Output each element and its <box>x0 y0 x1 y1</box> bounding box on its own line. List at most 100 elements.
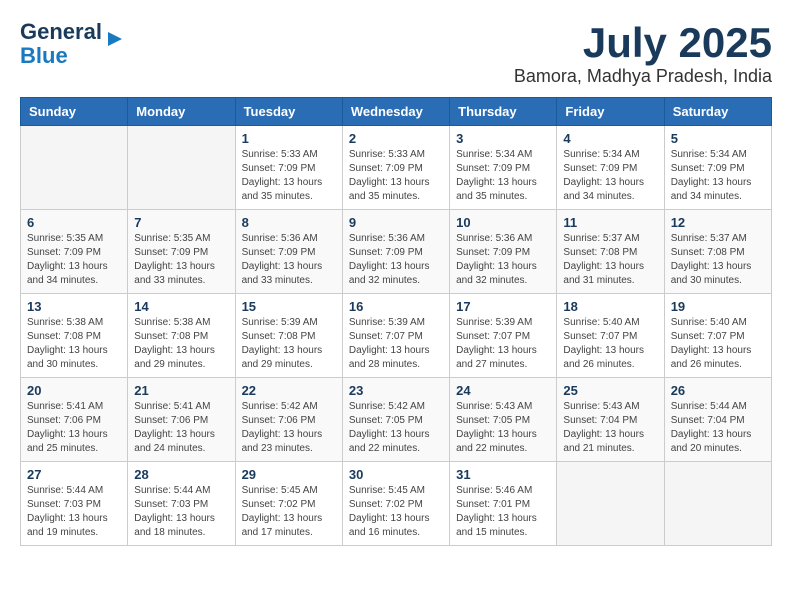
day-number: 23 <box>349 383 443 398</box>
day-number: 21 <box>134 383 228 398</box>
day-number: 22 <box>242 383 336 398</box>
day-info: Sunrise: 5:42 AM Sunset: 7:06 PM Dayligh… <box>242 400 336 456</box>
calendar-cell: 8 Sunrise: 5:36 AM Sunset: 7:09 PM Daylig… <box>235 210 342 294</box>
calendar-cell: 11Sunrise: 5:37 AM Sunset: 7:08 PM Dayli… <box>557 210 664 294</box>
weekday-header-saturday: Saturday <box>664 98 771 126</box>
calendar-cell: 17 Sunrise: 5:39 AM Sunset: 7:07 PM Dayli… <box>450 294 557 378</box>
day-info: Sunrise: 5:33 AM Sunset: 7:09 PM Dayligh… <box>242 148 336 204</box>
day-number: 29 <box>242 467 336 482</box>
calendar-week-3: 13 Sunrise: 5:38 AM Sunset: 7:08 PM Dayli… <box>21 294 772 378</box>
day-number: 4 <box>563 131 657 146</box>
day-number: 13 <box>27 299 121 314</box>
day-info: Sunrise: 5:43 AM Sunset: 7:05 PM Dayligh… <box>456 400 550 456</box>
day-info: Sunrise: 5:40 AM Sunset: 7:07 PM Dayligh… <box>563 316 657 372</box>
calendar-cell: 14 Sunrise: 5:38 AM Sunset: 7:08 PM Dayli… <box>128 294 235 378</box>
calendar-cell: 13 Sunrise: 5:38 AM Sunset: 7:08 PM Dayli… <box>21 294 128 378</box>
calendar-week-5: 27 Sunrise: 5:44 AM Sunset: 7:03 PM Dayli… <box>21 462 772 546</box>
day-info: Sunrise: 5:41 AM Sunset: 7:06 PM Dayligh… <box>134 400 228 456</box>
day-number: 14 <box>134 299 228 314</box>
month-year-title: July 2025 <box>514 20 772 66</box>
day-info: Sunrise: 5:41 AM Sunset: 7:06 PM Dayligh… <box>27 400 121 456</box>
day-number: 15 <box>242 299 336 314</box>
day-number: 12 <box>671 215 765 230</box>
calendar-cell: 2 Sunrise: 5:33 AM Sunset: 7:09 PM Daylig… <box>342 126 449 210</box>
day-number: 31 <box>456 467 550 482</box>
calendar-cell: 10 Sunrise: 5:36 AM Sunset: 7:09 PM Dayli… <box>450 210 557 294</box>
calendar-body: 1 Sunrise: 5:33 AM Sunset: 7:09 PM Daylig… <box>21 126 772 546</box>
calendar-cell: 9Sunrise: 5:36 AM Sunset: 7:09 PM Daylig… <box>342 210 449 294</box>
calendar-week-4: 20Sunrise: 5:41 AM Sunset: 7:06 PM Dayli… <box>21 378 772 462</box>
calendar-cell: 3 Sunrise: 5:34 AM Sunset: 7:09 PM Daylig… <box>450 126 557 210</box>
logo-text: GeneralBlue <box>20 20 102 68</box>
calendar-cell: 7 Sunrise: 5:35 AM Sunset: 7:09 PM Daylig… <box>128 210 235 294</box>
calendar-cell: 21 Sunrise: 5:41 AM Sunset: 7:06 PM Dayli… <box>128 378 235 462</box>
day-info: Sunrise: 5:34 AM Sunset: 7:09 PM Dayligh… <box>563 148 657 204</box>
day-info: Sunrise: 5:39 AM Sunset: 7:07 PM Dayligh… <box>456 316 550 372</box>
day-info: Sunrise: 5:39 AM Sunset: 7:08 PM Dayligh… <box>242 316 336 372</box>
day-number: 3 <box>456 131 550 146</box>
calendar-cell: 1 Sunrise: 5:33 AM Sunset: 7:09 PM Daylig… <box>235 126 342 210</box>
calendar-cell <box>21 126 128 210</box>
logo: GeneralBlue <box>20 20 126 68</box>
calendar-cell: 16Sunrise: 5:39 AM Sunset: 7:07 PM Dayli… <box>342 294 449 378</box>
day-number: 27 <box>27 467 121 482</box>
day-info: Sunrise: 5:35 AM Sunset: 7:09 PM Dayligh… <box>134 232 228 288</box>
calendar-cell: 23 Sunrise: 5:42 AM Sunset: 7:05 PM Dayli… <box>342 378 449 462</box>
day-info: Sunrise: 5:45 AM Sunset: 7:02 PM Dayligh… <box>242 484 336 540</box>
calendar-cell: 20Sunrise: 5:41 AM Sunset: 7:06 PM Dayli… <box>21 378 128 462</box>
day-info: Sunrise: 5:40 AM Sunset: 7:07 PM Dayligh… <box>671 316 765 372</box>
day-number: 2 <box>349 131 443 146</box>
calendar-cell <box>557 462 664 546</box>
calendar-cell: 6 Sunrise: 5:35 AM Sunset: 7:09 PM Daylig… <box>21 210 128 294</box>
day-info: Sunrise: 5:44 AM Sunset: 7:03 PM Dayligh… <box>134 484 228 540</box>
day-info: Sunrise: 5:44 AM Sunset: 7:03 PM Dayligh… <box>27 484 121 540</box>
calendar-cell <box>664 462 771 546</box>
day-number: 28 <box>134 467 228 482</box>
calendar-table: SundayMondayTuesdayWednesdayThursdayFrid… <box>20 97 772 546</box>
calendar-header-row: SundayMondayTuesdayWednesdayThursdayFrid… <box>21 98 772 126</box>
calendar-week-1: 1 Sunrise: 5:33 AM Sunset: 7:09 PM Daylig… <box>21 126 772 210</box>
weekday-header-monday: Monday <box>128 98 235 126</box>
day-number: 7 <box>134 215 228 230</box>
calendar-cell: 27 Sunrise: 5:44 AM Sunset: 7:03 PM Dayli… <box>21 462 128 546</box>
day-info: Sunrise: 5:42 AM Sunset: 7:05 PM Dayligh… <box>349 400 443 456</box>
day-info: Sunrise: 5:38 AM Sunset: 7:08 PM Dayligh… <box>27 316 121 372</box>
calendar-week-2: 6 Sunrise: 5:35 AM Sunset: 7:09 PM Daylig… <box>21 210 772 294</box>
day-number: 5 <box>671 131 765 146</box>
day-number: 8 <box>242 215 336 230</box>
logo-icon <box>104 28 126 50</box>
day-number: 1 <box>242 131 336 146</box>
day-number: 9 <box>349 215 443 230</box>
day-number: 17 <box>456 299 550 314</box>
calendar-cell: 25Sunrise: 5:43 AM Sunset: 7:04 PM Dayli… <box>557 378 664 462</box>
day-info: Sunrise: 5:44 AM Sunset: 7:04 PM Dayligh… <box>671 400 765 456</box>
day-number: 19 <box>671 299 765 314</box>
calendar-cell: 29 Sunrise: 5:45 AM Sunset: 7:02 PM Dayli… <box>235 462 342 546</box>
day-info: Sunrise: 5:34 AM Sunset: 7:09 PM Dayligh… <box>456 148 550 204</box>
day-info: Sunrise: 5:36 AM Sunset: 7:09 PM Dayligh… <box>456 232 550 288</box>
day-number: 26 <box>671 383 765 398</box>
day-info: Sunrise: 5:46 AM Sunset: 7:01 PM Dayligh… <box>456 484 550 540</box>
day-info: Sunrise: 5:43 AM Sunset: 7:04 PM Dayligh… <box>563 400 657 456</box>
day-info: Sunrise: 5:33 AM Sunset: 7:09 PM Dayligh… <box>349 148 443 204</box>
calendar-cell: 4 Sunrise: 5:34 AM Sunset: 7:09 PM Daylig… <box>557 126 664 210</box>
day-info: Sunrise: 5:35 AM Sunset: 7:09 PM Dayligh… <box>27 232 121 288</box>
day-info: Sunrise: 5:38 AM Sunset: 7:08 PM Dayligh… <box>134 316 228 372</box>
day-info: Sunrise: 5:36 AM Sunset: 7:09 PM Dayligh… <box>242 232 336 288</box>
day-info: Sunrise: 5:37 AM Sunset: 7:08 PM Dayligh… <box>563 232 657 288</box>
calendar-cell: 30 Sunrise: 5:45 AM Sunset: 7:02 PM Dayli… <box>342 462 449 546</box>
weekday-header-wednesday: Wednesday <box>342 98 449 126</box>
page-header: GeneralBlue July 2025 Bamora, Madhya Pra… <box>20 20 772 87</box>
day-number: 6 <box>27 215 121 230</box>
day-number: 10 <box>456 215 550 230</box>
day-info: Sunrise: 5:37 AM Sunset: 7:08 PM Dayligh… <box>671 232 765 288</box>
day-number: 30 <box>349 467 443 482</box>
weekday-header-sunday: Sunday <box>21 98 128 126</box>
day-info: Sunrise: 5:45 AM Sunset: 7:02 PM Dayligh… <box>349 484 443 540</box>
calendar-cell: 12 Sunrise: 5:37 AM Sunset: 7:08 PM Dayli… <box>664 210 771 294</box>
day-number: 18 <box>563 299 657 314</box>
calendar-cell: 31 Sunrise: 5:46 AM Sunset: 7:01 PM Dayli… <box>450 462 557 546</box>
day-number: 16 <box>349 299 443 314</box>
calendar-cell: 28 Sunrise: 5:44 AM Sunset: 7:03 PM Dayli… <box>128 462 235 546</box>
weekday-header-tuesday: Tuesday <box>235 98 342 126</box>
